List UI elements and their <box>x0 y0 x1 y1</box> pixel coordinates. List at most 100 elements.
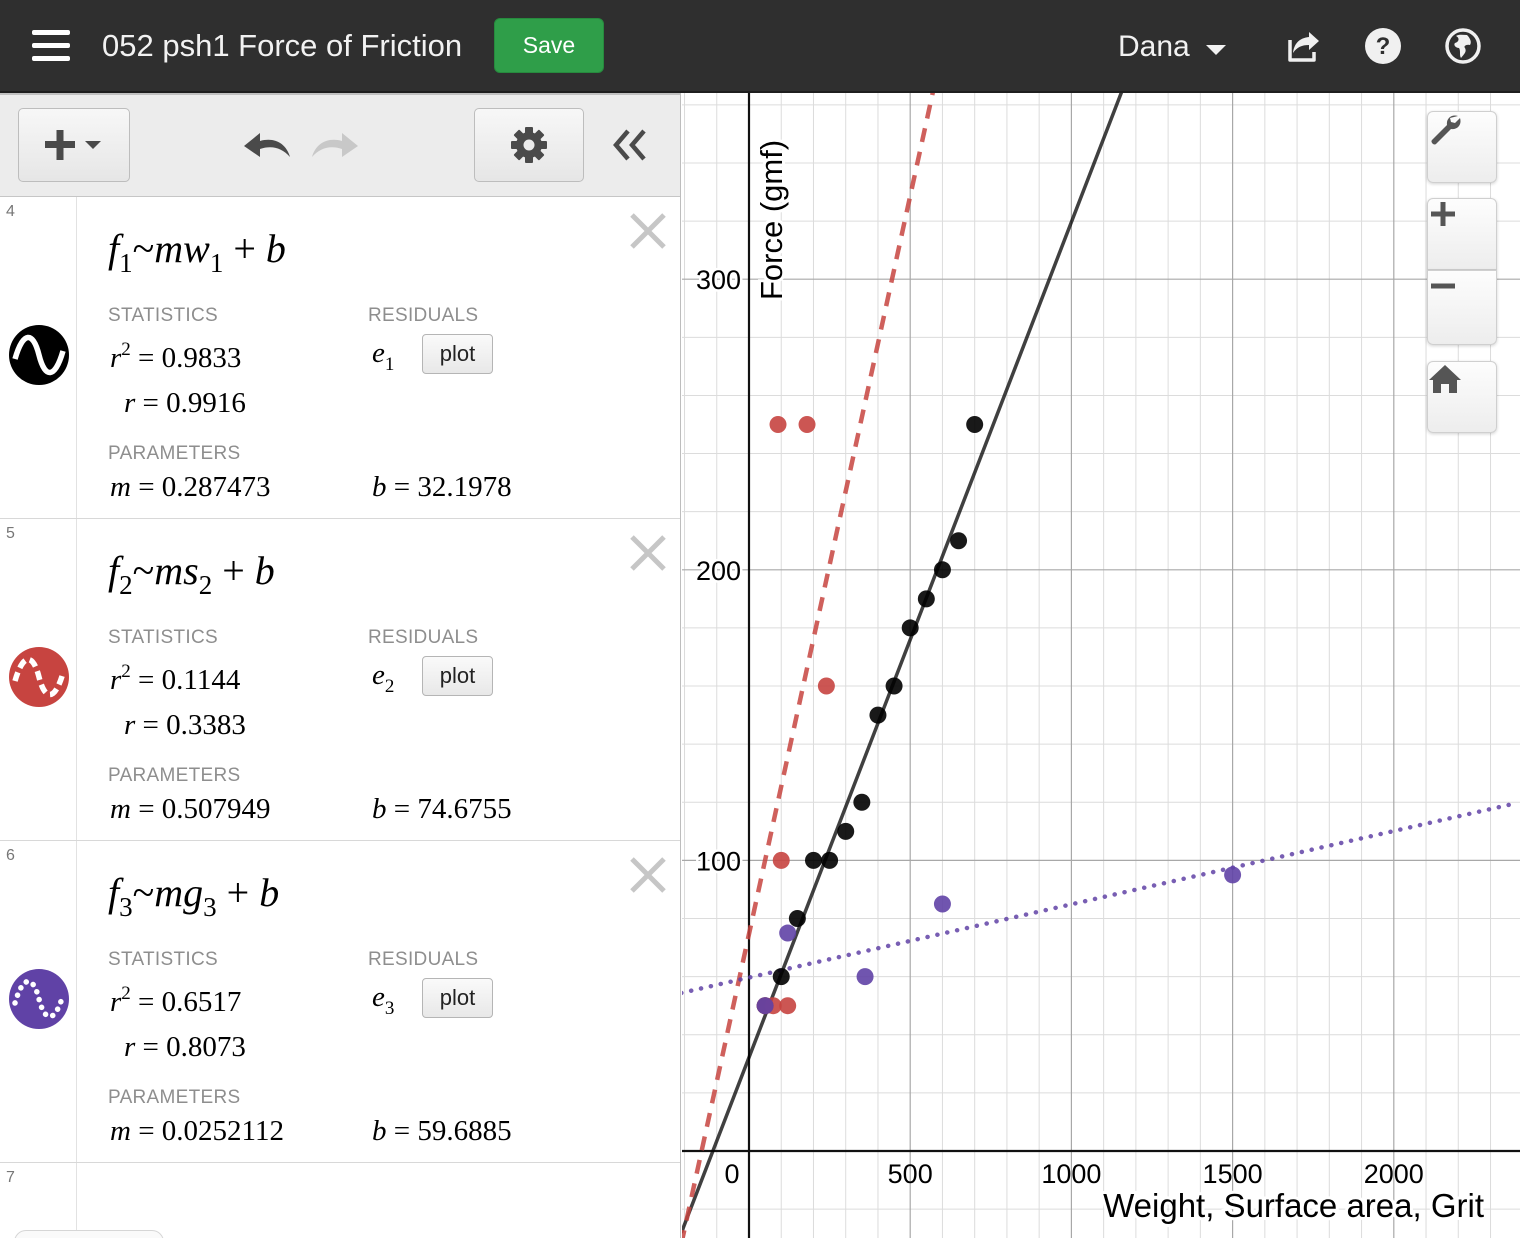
collapse-icon[interactable] <box>608 125 654 165</box>
data-point-series-1 <box>917 590 935 608</box>
residual-subscript: 1 <box>384 354 395 375</box>
formula-lhs: f <box>108 226 120 271</box>
y-tick-label: 300 <box>696 265 741 295</box>
user-menu[interactable]: Dana <box>1118 30 1226 64</box>
regression-line-3 <box>682 800 1519 996</box>
redo-icon[interactable] <box>308 127 360 163</box>
help-icon[interactable]: ? <box>1363 26 1403 66</box>
residual-symbol: e <box>372 659 385 691</box>
formula-intercept: b <box>259 870 280 915</box>
regression-expression-2[interactable]: 5 f2~ms2 + b STATISTICS RESIDUALS r2 = 0… <box>0 519 680 841</box>
add-item-button[interactable] <box>18 108 130 182</box>
intercept-symbol: b <box>372 793 387 825</box>
zoom-out-button[interactable] <box>1427 270 1497 345</box>
parameters-label: PARAMETERS <box>108 1087 241 1108</box>
data-point-series-1 <box>869 706 887 724</box>
chevron-down-icon <box>1205 45 1226 55</box>
line-style-icon[interactable] <box>9 969 69 1029</box>
r-squared-number: = 0.6517 <box>138 986 242 1018</box>
r-squared-exponent: 2 <box>121 983 131 1004</box>
r-value: r = 0.9916 <box>124 387 246 420</box>
formula-variable-subscript: 2 <box>198 570 213 600</box>
r-squared-symbol: r <box>110 342 122 374</box>
graph-settings-button[interactable] <box>1427 111 1497 183</box>
slope-parameter: m = 0.287473 <box>110 471 271 504</box>
delete-expression-icon[interactable] <box>628 533 668 573</box>
expression-number: 7 <box>6 1169 15 1186</box>
empty-expression[interactable]: 7 <box>0 1163 680 1238</box>
r-squared-number: = 0.9833 <box>138 342 242 374</box>
y-axis-label: Force (gmf) <box>754 140 789 300</box>
formula-intercept: b <box>265 226 286 271</box>
graph-paper[interactable]: 0 500 1000 1500 2000 100 200 300 Weight, Surface… <box>682 93 1520 1238</box>
delete-expression-icon[interactable] <box>628 211 668 251</box>
intercept-value: = 32.1978 <box>393 471 512 503</box>
formula-lhs-subscript: 1 <box>119 248 133 278</box>
data-point-series-1 <box>933 561 951 579</box>
data-point-series-1 <box>788 910 806 928</box>
expression-gutter: 4 <box>0 197 77 518</box>
residuals-label: RESIDUALS <box>368 627 479 648</box>
formula-variable: w <box>183 226 210 271</box>
formula-variable: s <box>183 548 199 593</box>
residual-variable: e3 <box>372 981 394 1020</box>
formula-slope: m <box>154 870 184 915</box>
language-icon[interactable] <box>1443 26 1483 66</box>
plot-residuals-button[interactable]: plot <box>422 334 493 374</box>
menu-icon[interactable] <box>32 30 70 62</box>
r-number: = 0.3383 <box>142 709 246 741</box>
formula-tilde: ~ <box>132 226 155 271</box>
line-style-icon[interactable] <box>9 325 69 385</box>
intercept-symbol: b <box>372 471 387 503</box>
data-point-series-2 <box>817 677 835 695</box>
regression-expression-3[interactable]: 6 f3~mg3 + b STATISTICS RESIDUALS r2 = 0… <box>0 841 680 1163</box>
scatter-plot[interactable]: 0 500 1000 1500 2000 100 200 300 Weight, Surface… <box>682 93 1520 1238</box>
plot-residuals-button[interactable]: plot <box>422 978 493 1018</box>
share-icon[interactable] <box>1283 26 1323 66</box>
undo-icon[interactable] <box>242 127 294 163</box>
r-symbol: r <box>124 387 136 419</box>
save-button[interactable]: Save <box>494 18 604 73</box>
data-point-series-3 <box>856 968 874 986</box>
plot-residuals-button[interactable]: plot <box>422 656 493 696</box>
data-point-series-1 <box>966 416 984 433</box>
formula-tilde: ~ <box>132 548 155 593</box>
formula-intercept: b <box>254 548 275 593</box>
regression-formula[interactable]: f3~mg3 + b <box>108 869 279 923</box>
residual-subscript: 2 <box>384 676 395 697</box>
regression-formula[interactable]: f1~mw1 + b <box>108 225 286 279</box>
regression-line-2 <box>682 93 935 1238</box>
data-point-series-1 <box>853 793 871 811</box>
regression-expression-1[interactable]: 4 f1~mw1 + b STATISTICS RESIDUALS r2 = 0… <box>0 197 680 519</box>
residual-symbol: e <box>372 981 385 1013</box>
data-point-series-1 <box>804 851 822 869</box>
line-style-icon[interactable] <box>9 647 69 707</box>
document-title[interactable]: 052 psh1 Force of Friction <box>102 28 462 64</box>
gear-icon <box>511 127 547 163</box>
data-point-series-2 <box>779 997 797 1015</box>
expression-number: 4 <box>6 203 15 220</box>
formula-plus: + <box>233 226 256 271</box>
y-tick-label: 200 <box>696 556 741 586</box>
r-symbol: r <box>124 709 136 741</box>
settings-button[interactable] <box>474 108 584 182</box>
formula-variable-subscript: 3 <box>203 892 217 922</box>
r-value: r = 0.8073 <box>124 1031 246 1064</box>
parameters-label: PARAMETERS <box>108 765 241 786</box>
data-point-series-1 <box>772 968 790 986</box>
delete-expression-icon[interactable] <box>628 855 668 895</box>
regression-formula[interactable]: f2~ms2 + b <box>108 547 275 601</box>
add-icon <box>45 130 101 160</box>
formula-plus: + <box>222 548 245 593</box>
new-expression-tab[interactable] <box>14 1230 164 1238</box>
data-point-series-2 <box>769 416 787 433</box>
zoom-in-button[interactable] <box>1427 198 1497 270</box>
default-viewport-button[interactable] <box>1427 361 1497 433</box>
expression-panel: 4 f1~mw1 + b STATISTICS RESIDUALS r2 = 0… <box>0 93 681 1238</box>
intercept-value: = 74.6755 <box>393 793 512 825</box>
residual-variable: e1 <box>372 337 394 376</box>
r-squared-exponent: 2 <box>121 661 131 682</box>
residual-variable: e2 <box>372 659 394 698</box>
regression-line-1 <box>682 93 1124 1234</box>
residual-symbol: e <box>372 337 385 369</box>
